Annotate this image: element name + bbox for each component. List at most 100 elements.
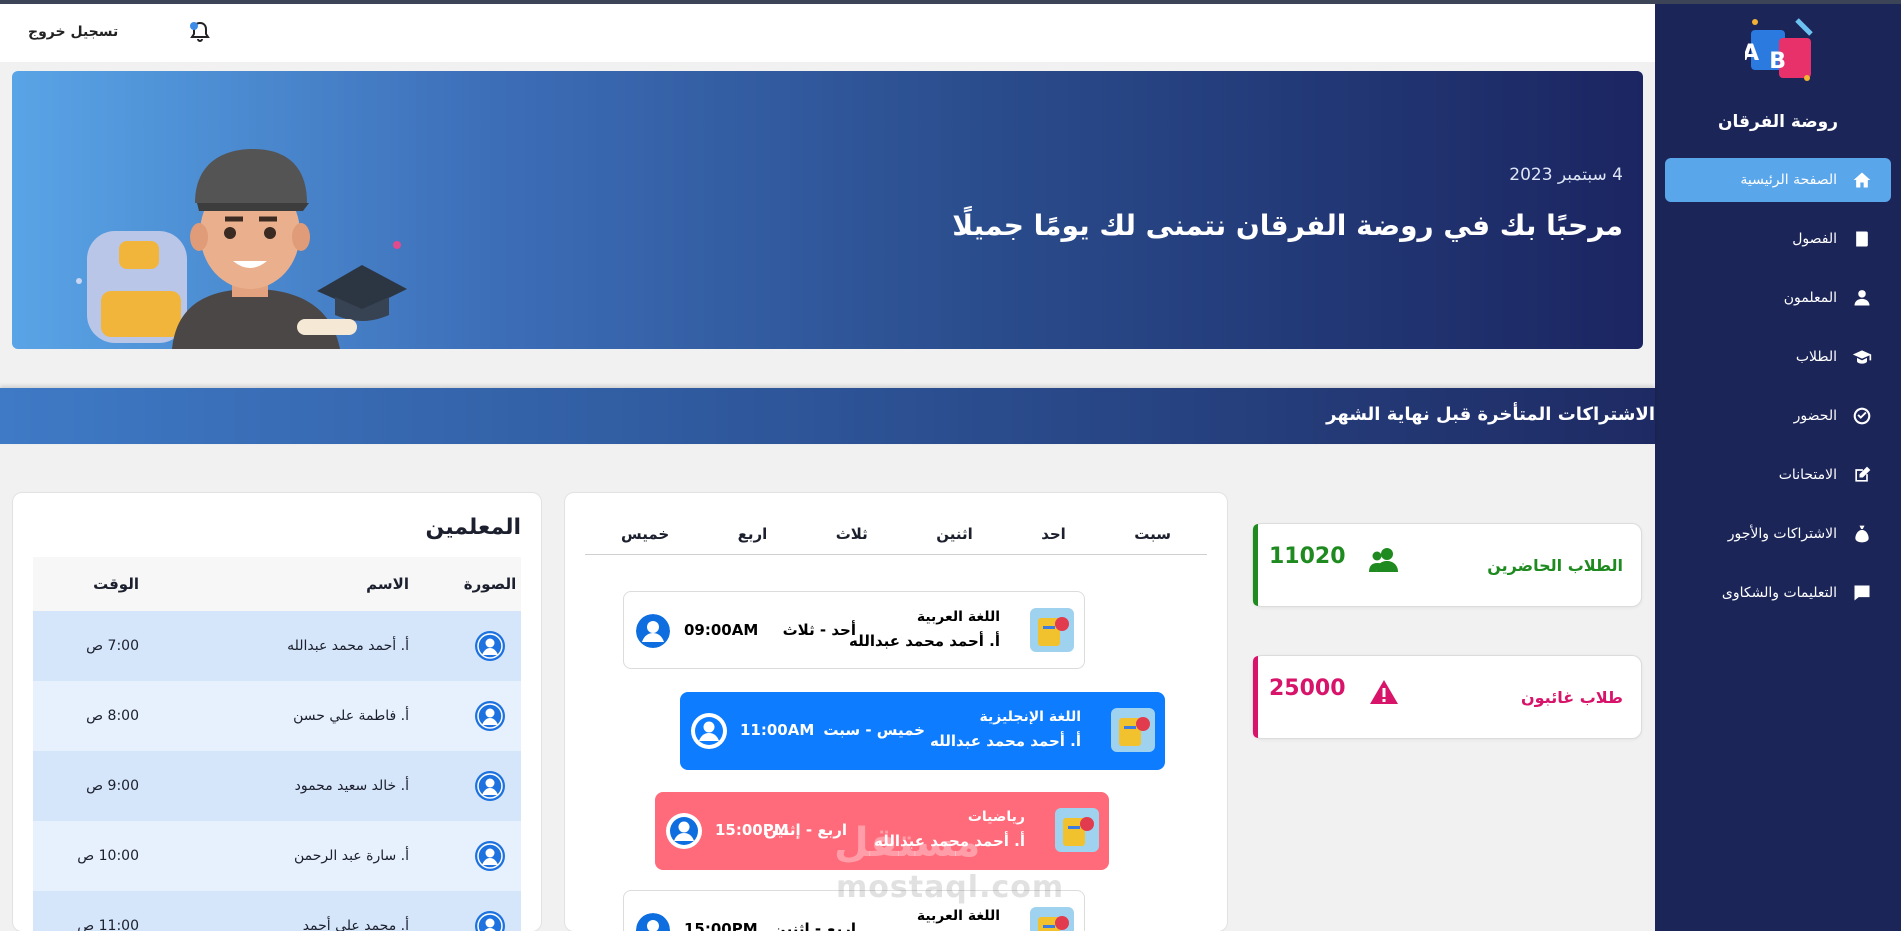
lesson-teacher: أ. أحمد محمد عبدالله (848, 632, 1000, 650)
table-row[interactable]: أ. أحمد محمد عبدالله 7:00 ص (33, 611, 521, 681)
edit-icon (1851, 464, 1873, 486)
warning-icon (1365, 678, 1399, 708)
teacher-time: 10:00 ص (77, 848, 139, 864)
sidebar-item-exams[interactable]: الامتحانات (1665, 453, 1891, 497)
stat-value: 25000 (1269, 676, 1346, 701)
teachers-title: المعلمين (425, 515, 521, 540)
svg-text:A: A (1745, 41, 1759, 66)
banner-title: مرحبًا بك في روضة الفرقان نتمنى لك يومًا… (952, 209, 1623, 242)
sidebar-item-label: الطلاب (1795, 349, 1837, 365)
sidebar-item-label: الصفحة الرئيسية (1740, 172, 1837, 188)
stat-card-present: الطلاب الحاضرين 11020 (1252, 523, 1642, 607)
sidebar-item-teachers[interactable]: المعلمون (1665, 276, 1891, 320)
user-avatar-icon (475, 771, 505, 801)
lesson-thumbnail (1111, 708, 1155, 752)
tab-day[interactable]: ثلاث (836, 525, 868, 554)
sidebar-nav: الصفحة الرئيسية الفصول المعلمون الطلاب ا… (1665, 158, 1891, 630)
late-subscriptions-strip: الاشتراكات المتأخرة قبل نهاية الشهر (0, 388, 1655, 444)
teacher-name: أ. فاطمة علي حسن (293, 708, 409, 724)
sidebar-item-classes[interactable]: الفصول (1665, 217, 1891, 261)
lesson-teacher: أ. أحمد محمد عبدالله (929, 732, 1081, 750)
sidebar-item-attendance[interactable]: الحضور (1665, 394, 1891, 438)
brand-name: روضة الفرقان (1717, 112, 1839, 132)
table-row[interactable]: أ. فاطمة علي حسن 8:00 ص (33, 681, 521, 751)
sidebar-item-students[interactable]: الطلاب (1665, 335, 1891, 379)
teacher-name: أ. سارة عبد الرحمن (294, 848, 409, 864)
header-name: الاسم (366, 575, 409, 593)
strip-text: الاشتراكات المتأخرة قبل نهاية الشهر (1326, 404, 1655, 425)
header-photo: الصورة (463, 575, 517, 593)
user-avatar-icon (636, 913, 670, 931)
lesson-thumbnail (1055, 808, 1099, 852)
teacher-time: 9:00 ص (86, 778, 139, 794)
tab-day[interactable]: احد (1041, 525, 1066, 554)
tab-day[interactable]: خميس (621, 525, 669, 554)
sidebar-item-label: المعلمون (1783, 290, 1837, 306)
teacher-name: أ. محمد علي أحمد (302, 918, 409, 931)
lesson-time: 09:00AM (684, 621, 759, 639)
lesson-days: أحد - ثلاث (782, 621, 856, 639)
lesson-thumbnail (1030, 907, 1074, 931)
watermark-logo: مستقل (834, 820, 981, 866)
lesson-time: 11:00AM (740, 721, 815, 739)
user-avatar-icon (475, 701, 505, 731)
book-icon (1851, 228, 1873, 250)
watermark-url: mostaql.com (836, 870, 1065, 905)
user-avatar-icon (636, 614, 670, 648)
day-tabs: سبت احد اثنين ثلاث اربع خميس (585, 525, 1207, 555)
lesson-card[interactable]: اللغة الإنجليزية أ. أحمد محمد عبدالله خم… (680, 692, 1165, 770)
tab-day[interactable]: اثنين (936, 525, 973, 554)
svg-text:B: B (1769, 49, 1786, 74)
sidebar-item-complaints[interactable]: التعليمات والشكاوى (1665, 571, 1891, 615)
app-logo: A B (1745, 18, 1813, 81)
comment-icon (1851, 582, 1873, 604)
home-icon (1851, 169, 1873, 191)
money-bag-icon (1851, 523, 1873, 545)
user-avatar-icon (666, 813, 702, 849)
teacher-time: 7:00 ص (86, 638, 139, 654)
welcome-banner: 4 سبتمبر 2023 مرحبًا بك في روضة الفرقان … (12, 71, 1643, 349)
teachers-card: المعلمين الصورة الاسم الوقت أ. أحمد محمد… (12, 492, 542, 931)
notification-dot (190, 22, 198, 30)
lesson-subject: اللغة الإنجليزية (979, 709, 1082, 725)
teachers-table: الصورة الاسم الوقت أ. أحمد محمد عبدالله … (33, 557, 521, 931)
lesson-subject: اللغة العربية (916, 609, 1000, 625)
tab-day[interactable]: سبت (1134, 525, 1171, 554)
table-row[interactable]: أ. خالد سعيد محمود 9:00 ص (33, 751, 521, 821)
sidebar-item-subscriptions[interactable]: الاشتراكات والأجور (1665, 512, 1891, 556)
banner-illustration (76, 149, 407, 349)
tab-day[interactable]: اربع (738, 525, 768, 554)
lesson-time: 15:00PM (715, 821, 789, 839)
graduation-cap-icon (1851, 346, 1873, 368)
table-row[interactable]: أ. سارة عبد الرحمن 10:00 ص (33, 821, 521, 891)
logout-button[interactable]: تسجيل خروج (28, 24, 118, 40)
teacher-name: أ. أحمد محمد عبدالله (287, 638, 409, 654)
lesson-days: خميس - سبت (823, 721, 925, 739)
top-bar: تسجيل خروج (0, 4, 1655, 62)
sidebar-item-home[interactable]: الصفحة الرئيسية (1665, 158, 1891, 202)
lesson-thumbnail (1030, 608, 1074, 652)
stat-accent-bar (1253, 656, 1258, 738)
sidebar-item-label: الحضور (1793, 408, 1837, 424)
sidebar: A B روضة الفرقان الصفحة الرئيسية الفصول … (1655, 4, 1901, 931)
user-avatar-icon (475, 911, 505, 931)
stat-label: الطلاب الحاضرين (1487, 556, 1623, 575)
check-circle-icon (1851, 405, 1873, 427)
notification-button[interactable] (186, 20, 212, 46)
table-header: الصورة الاسم الوقت (33, 557, 521, 611)
sidebar-item-label: الامتحانات (1778, 467, 1837, 483)
teacher-name: أ. خالد سعيد محمود (294, 778, 409, 794)
lesson-days: اربع - إثنين (773, 920, 856, 931)
lesson-subject: اللغة العربية (916, 908, 1000, 924)
user-avatar-icon (475, 631, 505, 661)
lesson-card[interactable]: اللغة العربية أ. أحمد محمد عبدالله أحد -… (623, 591, 1085, 669)
header-time: الوقت (93, 575, 139, 593)
user-icon (1851, 287, 1873, 309)
lesson-time: 15:00PM (684, 920, 758, 931)
sidebar-item-label: الاشتراكات والأجور (1727, 526, 1837, 542)
sidebar-item-label: الفصول (1792, 231, 1837, 247)
stat-label: طلاب غائبون (1520, 688, 1623, 707)
sidebar-item-label: التعليمات والشكاوى (1721, 585, 1837, 601)
banner-date: 4 سبتمبر 2023 (1509, 165, 1623, 185)
table-row[interactable]: أ. محمد علي أحمد 11:00 ص (33, 891, 521, 931)
